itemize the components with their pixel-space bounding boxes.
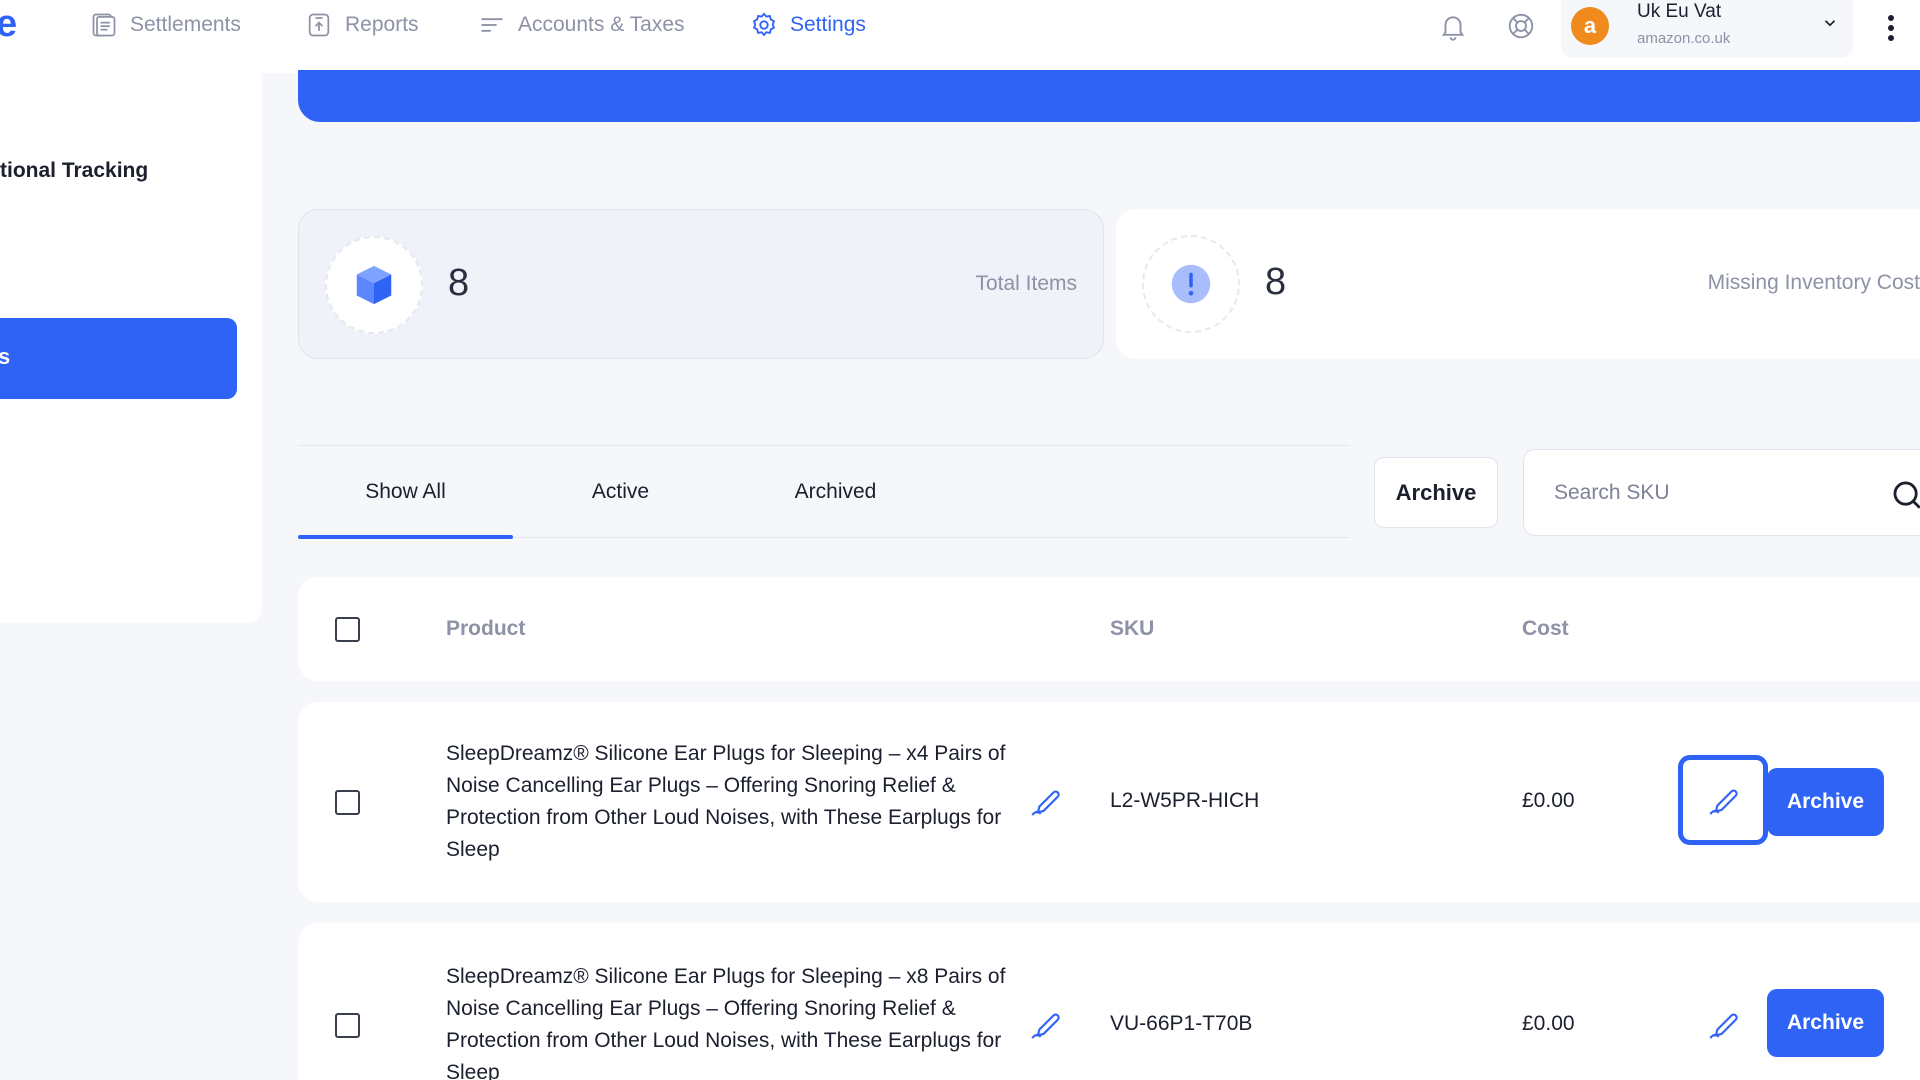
search-box <box>1523 449 1920 536</box>
nav-settlements-label: Settlements <box>130 13 241 36</box>
table-row: SleepDreamz® Silicone Ear Plugs for Slee… <box>298 702 1920 902</box>
search-icon[interactable] <box>1890 478 1920 512</box>
sidebar-item-active-label: s <box>0 344 11 369</box>
nav-settings-label: Settings <box>790 13 866 36</box>
app-logo[interactable]: e <box>0 2 17 46</box>
nav-reports-label: Reports <box>345 13 419 36</box>
edit-pen-icon <box>1709 1013 1738 1039</box>
account-domain: amazon.co.uk <box>1637 30 1731 47</box>
archive-row-button[interactable]: Archive <box>1767 768 1884 836</box>
table-header: Product SKU Cost <box>298 577 1920 681</box>
nav-accounts-taxes-label: Accounts & Taxes <box>518 13 685 36</box>
chevron-down-icon <box>1824 20 1836 27</box>
edit-pen-icon <box>1709 789 1738 815</box>
select-all-checkbox[interactable] <box>335 617 360 642</box>
stat-total-items-value: 8 <box>448 262 470 304</box>
stat-icon-wrapper <box>325 236 423 334</box>
nav-accounts-taxes[interactable]: Accounts & Taxes <box>478 0 685 50</box>
stat-total-items-label: Total Items <box>975 272 1077 295</box>
product-name: SleepDreamz® Silicone Ear Plugs for Slee… <box>446 742 1006 861</box>
stat-total-items: 8 Total Items <box>298 209 1104 359</box>
product-name: SleepDreamz® Silicone Ear Plugs for Slee… <box>446 965 1006 1080</box>
search-input[interactable] <box>1554 476 1874 510</box>
lifebuoy-icon <box>1508 13 1534 39</box>
column-header-product[interactable]: Product <box>446 617 525 641</box>
gear-icon <box>752 12 776 37</box>
report-icon <box>308 13 330 37</box>
edit-cost-button[interactable] <box>1701 1002 1745 1046</box>
archive-row-button[interactable]: Archive <box>1767 989 1884 1057</box>
stat-missing-cost-value: 8 <box>1265 261 1287 303</box>
product-cost: £0.00 <box>1522 789 1575 812</box>
table-row: SleepDreamz® Silicone Ear Plugs for Slee… <box>298 923 1920 1080</box>
list-icon <box>481 18 503 32</box>
row-checkbox[interactable] <box>335 790 360 815</box>
tab-archived[interactable]: Archived <box>728 446 943 538</box>
product-sku: VU-66P1-T70B <box>1110 1012 1253 1035</box>
stat-missing-cost-label: Missing Inventory Cost <box>1707 271 1920 294</box>
bell-icon <box>1441 16 1465 41</box>
alert-icon <box>1171 264 1211 304</box>
sidebar-item-active[interactable]: s <box>0 318 237 399</box>
filter-tabs: Show All Active Archived <box>298 445 1350 539</box>
document-icon <box>92 13 116 37</box>
bulk-archive-button[interactable]: Archive <box>1374 457 1498 528</box>
cube-icon <box>356 265 392 305</box>
row-checkbox[interactable] <box>335 1013 360 1038</box>
product-cost: £0.00 <box>1522 1012 1575 1035</box>
account-name: Uk Eu Vat <box>1637 1 1722 22</box>
nav-reports[interactable]: Reports <box>305 0 419 50</box>
stat-icon-wrapper <box>1142 235 1240 333</box>
tab-active[interactable]: Active <box>513 446 728 538</box>
notifications-button[interactable] <box>1437 10 1469 42</box>
sidebar: tional Tracking s <box>0 73 262 623</box>
header-banner <box>298 70 1920 122</box>
edit-pen-icon[interactable] <box>1028 784 1062 818</box>
tab-show-all[interactable]: Show All <box>298 446 513 539</box>
more-vertical-icon[interactable] <box>1880 12 1902 44</box>
nav-settlements[interactable]: Settlements <box>90 0 241 50</box>
column-header-sku[interactable]: SKU <box>1110 617 1154 641</box>
product-sku: L2-W5PR-HICH <box>1110 789 1260 812</box>
sidebar-item-tracking[interactable]: tional Tracking <box>0 159 148 183</box>
nav-settings[interactable]: Settings <box>750 0 866 50</box>
account-switcher[interactable]: a Uk Eu Vat amazon.co.uk <box>1561 0 1853 58</box>
column-header-cost[interactable]: Cost <box>1522 617 1569 641</box>
amazon-icon: a <box>1571 7 1609 45</box>
edit-pen-icon[interactable] <box>1028 1007 1062 1041</box>
stat-missing-cost: 8 Missing Inventory Cost <box>1116 209 1920 359</box>
top-navigation: e Settlements Reports Accounts & Taxes S… <box>0 0 1920 73</box>
help-button[interactable] <box>1505 10 1537 42</box>
edit-cost-button[interactable] <box>1678 755 1768 845</box>
